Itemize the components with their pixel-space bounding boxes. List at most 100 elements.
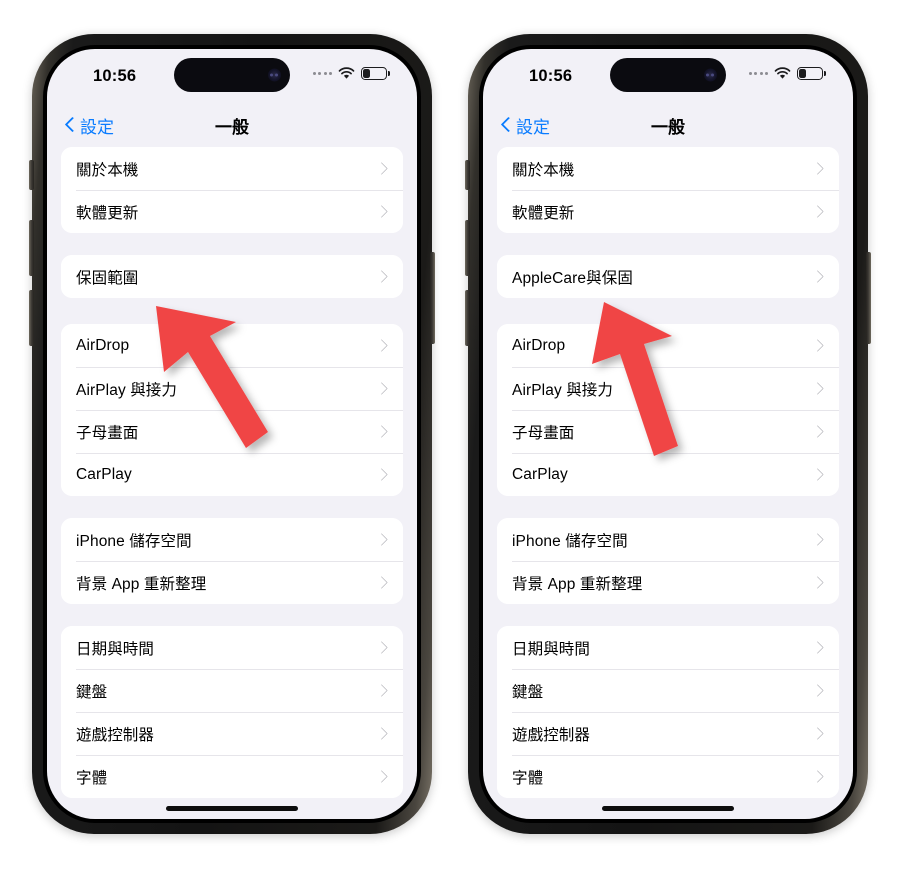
- chevron-right-icon: [811, 270, 824, 283]
- settings-row-date-time[interactable]: 日期與時間: [61, 626, 403, 669]
- row-label: AirPlay 與接力: [512, 381, 614, 399]
- iphone-mockup-left: 10:56 設定 一般 關於本機 軟體更新 保固範圍 AirDrop AirPl…: [29, 34, 435, 834]
- front-camera-icon: [268, 68, 281, 82]
- navigation-bar: 設定 一般: [47, 103, 417, 147]
- status-bar-indicators: [748, 67, 826, 80]
- volume-down-button[interactable]: [29, 290, 34, 346]
- row-label: 鍵盤: [512, 683, 544, 701]
- row-label: iPhone 儲存空間: [76, 532, 192, 550]
- chevron-right-icon: [811, 162, 824, 175]
- settings-row-carplay[interactable]: CarPlay: [497, 453, 839, 496]
- settings-group-device: 關於本機 軟體更新: [61, 147, 403, 233]
- back-button-settings[interactable]: 設定: [65, 113, 114, 138]
- chevron-left-icon: [501, 116, 512, 134]
- settings-row-airdrop[interactable]: AirDrop: [497, 324, 839, 367]
- chevron-left-icon: [65, 116, 76, 134]
- back-button-settings[interactable]: 設定: [501, 113, 550, 138]
- settings-row-airplay[interactable]: AirPlay 與接力: [61, 367, 403, 410]
- row-label: 字體: [512, 769, 544, 787]
- settings-group-connectivity: AirDrop AirPlay 與接力 子母畫面 CarPlay: [497, 324, 839, 496]
- row-label: 保固範圍: [76, 269, 139, 287]
- settings-row-fonts[interactable]: 字體: [61, 755, 403, 798]
- action-button[interactable]: [465, 160, 470, 190]
- phone-screen-right: 10:56 設定 一般 關於本機 軟體更新 AppleCare與保固 AirDr…: [483, 49, 853, 819]
- settings-group-system: 日期與時間 鍵盤 遊戲控制器 字體: [497, 626, 839, 798]
- settings-row-storage[interactable]: iPhone 儲存空間: [61, 518, 403, 561]
- settings-list-left: 關於本機 軟體更新 保固範圍 AirDrop AirPlay 與接力 子母畫面 …: [47, 147, 417, 798]
- settings-group-storage: iPhone 儲存空間 背景 App 重新整理: [497, 518, 839, 604]
- dynamic-island: [174, 58, 290, 92]
- chevron-right-icon: [375, 770, 388, 783]
- settings-group-system: 日期與時間 鍵盤 遊戲控制器 字體: [61, 626, 403, 798]
- settings-row-applecare-warranty[interactable]: AppleCare與保固: [497, 255, 839, 298]
- status-bar: 10:56: [47, 49, 417, 103]
- status-bar-indicators: [312, 67, 390, 80]
- settings-group-connectivity: AirDrop AirPlay 與接力 子母畫面 CarPlay: [61, 324, 403, 496]
- settings-row-software-update[interactable]: 軟體更新: [61, 190, 403, 233]
- row-label: 子母畫面: [76, 424, 139, 442]
- chevron-right-icon: [375, 270, 388, 283]
- row-label: 背景 App 重新整理: [76, 575, 207, 593]
- chevron-right-icon: [375, 684, 388, 697]
- battery-low-icon: [797, 67, 826, 80]
- chevron-right-icon: [375, 641, 388, 654]
- settings-row-pip[interactable]: 子母畫面: [61, 410, 403, 453]
- row-label: AirDrop: [512, 336, 566, 354]
- signal-dots-icon: [748, 72, 768, 75]
- settings-row-date-time[interactable]: 日期與時間: [497, 626, 839, 669]
- action-button[interactable]: [29, 160, 34, 190]
- settings-row-keyboard[interactable]: 鍵盤: [61, 669, 403, 712]
- settings-row-pip[interactable]: 子母畫面: [497, 410, 839, 453]
- settings-row-airdrop[interactable]: AirDrop: [61, 324, 403, 367]
- settings-row-game-controller[interactable]: 遊戲控制器: [61, 712, 403, 755]
- chevron-right-icon: [375, 205, 388, 218]
- chevron-right-icon: [811, 533, 824, 546]
- chevron-right-icon: [811, 205, 824, 218]
- dynamic-island: [610, 58, 726, 92]
- power-button[interactable]: [430, 252, 435, 344]
- settings-group-applecare: AppleCare與保固: [497, 255, 839, 298]
- row-label: CarPlay: [76, 465, 132, 483]
- settings-row-background-refresh[interactable]: 背景 App 重新整理: [497, 561, 839, 604]
- home-indicator[interactable]: [602, 806, 734, 811]
- chevron-right-icon: [811, 468, 824, 481]
- row-label: 關於本機: [76, 161, 139, 179]
- chevron-right-icon: [375, 727, 388, 740]
- chevron-right-icon: [811, 684, 824, 697]
- wifi-icon: [774, 67, 791, 80]
- settings-row-about[interactable]: 關於本機: [61, 147, 403, 190]
- settings-row-storage[interactable]: iPhone 儲存空間: [497, 518, 839, 561]
- back-button-label: 設定: [80, 117, 114, 137]
- chevron-right-icon: [811, 339, 824, 352]
- settings-row-warranty[interactable]: 保固範圍: [61, 255, 403, 298]
- row-label: AirPlay 與接力: [76, 381, 178, 399]
- row-label: 背景 App 重新整理: [512, 575, 643, 593]
- settings-row-about[interactable]: 關於本機: [497, 147, 839, 190]
- volume-up-button[interactable]: [29, 220, 34, 276]
- chevron-right-icon: [811, 727, 824, 740]
- settings-row-keyboard[interactable]: 鍵盤: [497, 669, 839, 712]
- settings-group-device: 關於本機 軟體更新: [497, 147, 839, 233]
- row-label: 遊戲控制器: [76, 726, 155, 744]
- chevron-right-icon: [375, 576, 388, 589]
- settings-row-fonts[interactable]: 字體: [497, 755, 839, 798]
- front-camera-icon: [704, 68, 717, 82]
- volume-up-button[interactable]: [465, 220, 470, 276]
- comparison-screenshot: 10:56 設定 一般 關於本機 軟體更新 保固範圍 AirDrop AirPl…: [0, 0, 900, 879]
- home-indicator[interactable]: [166, 806, 298, 811]
- settings-row-game-controller[interactable]: 遊戲控制器: [497, 712, 839, 755]
- settings-row-software-update[interactable]: 軟體更新: [497, 190, 839, 233]
- volume-down-button[interactable]: [465, 290, 470, 346]
- row-label: 鍵盤: [76, 683, 108, 701]
- navigation-bar: 設定 一般: [483, 103, 853, 147]
- power-button[interactable]: [866, 252, 871, 344]
- row-label: CarPlay: [512, 465, 568, 483]
- chevron-right-icon: [375, 382, 388, 395]
- row-label: 關於本機: [512, 161, 575, 179]
- settings-row-airplay[interactable]: AirPlay 與接力: [497, 367, 839, 410]
- chevron-right-icon: [811, 641, 824, 654]
- signal-dots-icon: [312, 72, 332, 75]
- settings-row-carplay[interactable]: CarPlay: [61, 453, 403, 496]
- settings-row-background-refresh[interactable]: 背景 App 重新整理: [61, 561, 403, 604]
- row-label: 子母畫面: [512, 424, 575, 442]
